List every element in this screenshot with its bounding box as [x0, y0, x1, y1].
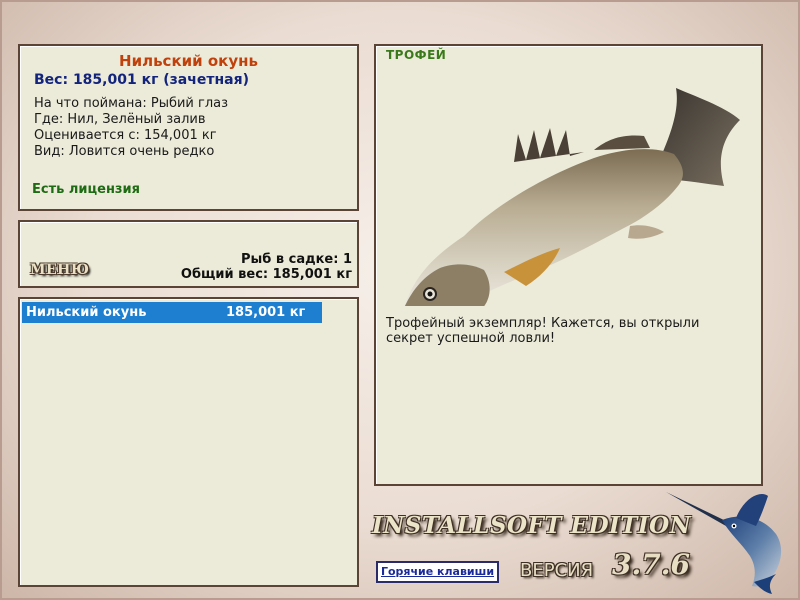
fish-weight: Вес: 185,001 кг (зачетная)	[34, 72, 249, 88]
menu-button[interactable]: МЕНЮ	[30, 262, 89, 278]
trophy-label: ТРОФЕЙ	[386, 48, 447, 62]
list-item[interactable]: Нильский окунь 185,001 кг	[22, 302, 322, 323]
caught-on-text: На что поймана: Рыбий глаз	[34, 96, 229, 111]
version-label: ВЕРСИЯ	[520, 560, 594, 581]
list-item-weight: 185,001 кг	[226, 305, 306, 320]
rarity-text: Вид: Ловится очень редко	[34, 144, 215, 159]
list-item-name: Нильский окунь	[26, 305, 147, 320]
license-status: Есть лицензия	[32, 182, 140, 197]
keepnet-count: Рыб в садке: 1	[240, 252, 352, 267]
keepnet-total-weight: Общий вес: 185,001 кг	[180, 267, 352, 282]
edition-logo: INSTALLSOFT EDITION	[372, 512, 692, 539]
keepnet-list-panel[interactable]: Нильский окунь 185,001 кг	[18, 297, 359, 587]
location-text: Где: Нил, Зелёный залив	[34, 112, 206, 127]
keepnet-summary-panel: МЕНЮ Рыб в садке: 1 Общий вес: 185,001 к…	[18, 220, 359, 288]
marlin-logo-icon	[666, 492, 782, 594]
trophy-panel: ТРОФЕЙ Трофейный экземпляр! Кажется, вы …	[374, 44, 763, 486]
trophy-message: Трофейный экземпляр! Кажется, вы открыли…	[386, 316, 700, 346]
fish-info-panel: Нильский окунь Вес: 185,001 кг (зачетная…	[18, 44, 359, 211]
valued-from-text: Оценивается с: 154,001 кг	[34, 128, 217, 143]
fish-name: Нильский окунь	[119, 52, 258, 70]
fish-image	[404, 88, 740, 306]
hotkeys-button[interactable]: Горячие клавиши	[376, 561, 499, 583]
